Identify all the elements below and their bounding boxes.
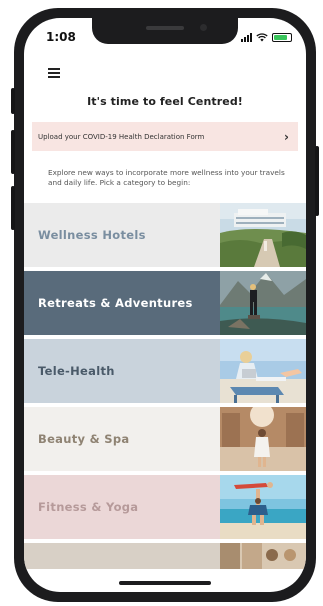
category-partial[interactable] bbox=[24, 543, 306, 569]
category-partial-bg bbox=[24, 543, 220, 569]
category-fitness-yoga[interactable]: Fitness & Yoga bbox=[24, 475, 306, 539]
status-time: 1:08 bbox=[46, 30, 76, 44]
covid-declaration-banner[interactable]: Upload your COVID-19 Health Declaration … bbox=[32, 122, 298, 151]
intro-text: Explore new ways to incorporate more wel… bbox=[48, 168, 285, 187]
category-retreats-adventures[interactable]: Retreats & Adventures bbox=[24, 271, 306, 335]
category-label: Tele-Health bbox=[24, 339, 220, 403]
category-tele-health[interactable]: Tele-Health bbox=[24, 339, 306, 403]
volume-down-button bbox=[11, 186, 15, 230]
status-icons bbox=[241, 32, 292, 42]
category-wellness-hotels[interactable]: Wellness Hotels bbox=[24, 203, 306, 267]
speaker-grille bbox=[146, 26, 184, 30]
pets-photo bbox=[220, 543, 306, 569]
hotel-resort-photo bbox=[220, 203, 306, 267]
mute-switch bbox=[11, 88, 15, 114]
chevron-right-icon: › bbox=[284, 129, 289, 144]
volume-up-button bbox=[11, 130, 15, 174]
battery-icon bbox=[272, 32, 292, 42]
app-screen: 1:08 It's time to feel Centred! Upload y… bbox=[24, 18, 306, 592]
front-camera bbox=[200, 24, 207, 31]
category-label: Retreats & Adventures bbox=[24, 271, 220, 335]
category-label: Wellness Hotels bbox=[24, 203, 220, 267]
notch bbox=[92, 18, 238, 44]
page-heading: It's time to feel Centred! bbox=[87, 95, 243, 108]
category-label: Beauty & Spa bbox=[24, 407, 220, 471]
banner-label: Upload your COVID-19 Health Declaration … bbox=[38, 132, 205, 141]
wifi-icon bbox=[256, 32, 268, 41]
mountain-lake-photo bbox=[220, 271, 306, 335]
category-beauty-spa[interactable]: Beauty & Spa bbox=[24, 407, 306, 471]
signal-icon bbox=[241, 32, 252, 42]
power-button bbox=[315, 146, 319, 216]
home-indicator[interactable] bbox=[119, 581, 211, 585]
spa-photo bbox=[220, 407, 306, 471]
laptop-beach-photo bbox=[220, 339, 306, 403]
hamburger-menu-icon[interactable] bbox=[48, 68, 60, 78]
beach-yoga-photo bbox=[220, 475, 306, 539]
category-label: Fitness & Yoga bbox=[24, 475, 220, 539]
